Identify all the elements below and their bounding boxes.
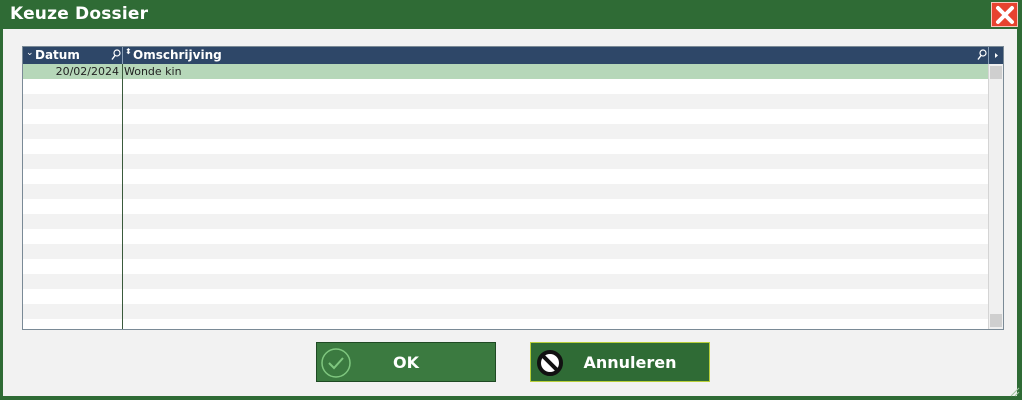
- vertical-scrollbar[interactable]: [988, 64, 1003, 329]
- search-icon[interactable]: [111, 49, 121, 61]
- cancel-button[interactable]: Annuleren: [530, 342, 710, 382]
- table-row-empty: [23, 319, 988, 329]
- column-header-omschrijving[interactable]: Omschrijving: [133, 47, 222, 64]
- scroll-thumb-bottom[interactable]: [990, 314, 1002, 327]
- table-row-empty: [23, 79, 988, 94]
- table-row-empty: [23, 184, 988, 199]
- table-row-empty: [23, 199, 988, 214]
- table-row[interactable]: 20/02/2024 Wonde kin: [23, 64, 988, 79]
- table-row-empty: [23, 274, 988, 289]
- table-row-empty: [23, 289, 988, 304]
- table-row-empty: [23, 244, 988, 259]
- scroll-thumb-top[interactable]: [990, 66, 1002, 79]
- sort-desc-icon[interactable]: ⌄: [26, 49, 34, 58]
- table-row-empty: [23, 94, 988, 109]
- column-chooser-button[interactable]: [988, 47, 1003, 64]
- column-divider[interactable]: [122, 47, 123, 64]
- column-gridline: [122, 64, 123, 329]
- table-row-empty: [23, 124, 988, 139]
- table-row-empty: [23, 214, 988, 229]
- table-row-empty: [23, 154, 988, 169]
- close-icon: [996, 6, 1014, 24]
- table-row-empty: [23, 139, 988, 154]
- table-row-empty: [23, 229, 988, 244]
- title-bar: Keuze Dossier: [0, 0, 1022, 29]
- dossier-grid: ⌄ Datum ⬍ Omschrijving 20/02/2024 Wonde …: [22, 46, 1004, 330]
- cell-datum: 20/02/2024: [55, 65, 119, 78]
- close-button[interactable]: [991, 2, 1018, 27]
- column-header-datum[interactable]: Datum: [35, 47, 80, 64]
- table-row-empty: [23, 304, 988, 319]
- cell-omschrijving: Wonde kin: [124, 65, 182, 78]
- table-row-empty: [23, 169, 988, 184]
- table-row-empty: [23, 109, 988, 124]
- dialog-body: ⌄ Datum ⬍ Omschrijving 20/02/2024 Wonde …: [3, 29, 1017, 396]
- sort-toggle-icon[interactable]: ⬍: [125, 47, 132, 56]
- resize-grip-icon[interactable]: [1008, 385, 1020, 397]
- table-row-empty: [23, 259, 988, 274]
- ok-label: OK: [393, 353, 419, 372]
- cancel-label: Annuleren: [583, 353, 677, 372]
- dialog-window: Keuze Dossier ⌄ Datum ⬍ Omschrijving 20/…: [0, 0, 1022, 400]
- search-icon[interactable]: [977, 49, 987, 61]
- grid-header: ⌄ Datum ⬍ Omschrijving: [23, 47, 1003, 64]
- dialog-title: Keuze Dossier: [10, 4, 149, 24]
- ok-button[interactable]: OK: [316, 342, 496, 382]
- chevron-right-icon: [995, 53, 998, 58]
- grid-rows: 20/02/2024 Wonde kin: [23, 64, 988, 329]
